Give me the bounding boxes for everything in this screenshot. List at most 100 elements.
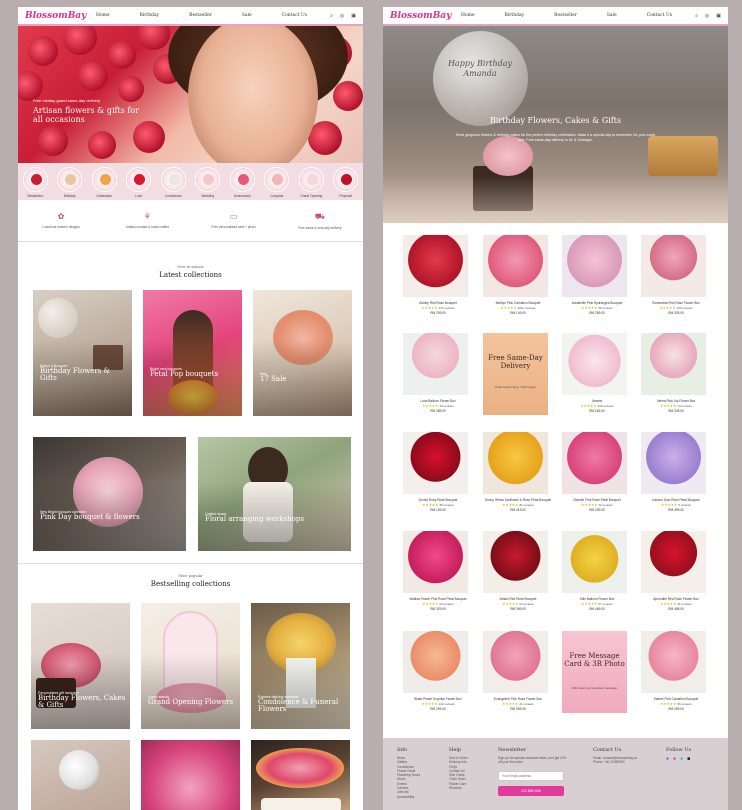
product-image[interactable]	[641, 432, 706, 494]
product-image[interactable]	[562, 235, 627, 297]
product-image[interactable]	[483, 432, 548, 494]
category-birthday[interactable]: Birthday	[53, 167, 86, 198]
brand-logo[interactable]: BlossomBay	[25, 11, 86, 21]
product-card[interactable]: Annabelle Pink Hydrangea Bouquet ★★★★★ 50…	[562, 235, 632, 315]
product-image[interactable]	[641, 531, 706, 593]
product-name[interactable]: Aphrodite Red Rose Flower Box	[641, 597, 711, 601]
product-card[interactable]: Blake Peach Surprise Flower Box ★★★★★ 122…	[403, 631, 473, 711]
product-card[interactable]: Matilda Flower Pink Rose Petal Bouquet ★★…	[403, 531, 473, 611]
product-card[interactable]: Ashley Red Rose Bouquet ★★★★★ 121 reviews…	[403, 235, 473, 315]
nav-bestseller[interactable]: Bestseller	[189, 13, 212, 18]
product-image[interactable]: Free Message Card & 3R Photo With every p…	[562, 631, 627, 713]
product-name[interactable]: Evangeline Pink Rose Flower Box	[483, 697, 553, 701]
product-image[interactable]	[483, 235, 548, 297]
product-image[interactable]	[562, 432, 627, 494]
nav-sale[interactable]: Sale	[607, 13, 617, 18]
latest-card-workshop[interactable]: Limited space Floral arranging workshops	[198, 437, 351, 551]
nav-contact[interactable]: Contact Us	[647, 13, 672, 18]
category-grand-opening[interactable]: Grand Opening	[295, 167, 328, 198]
bestselling-card-condolence[interactable]: Express delivery available Condolence & F…	[251, 603, 350, 729]
product-card[interactable]: Marilyn Pink Carnation Bouquet ★★★★★ 300+…	[483, 235, 553, 315]
product-image[interactable]	[483, 631, 548, 693]
product-name[interactable]: Jeanne	[562, 399, 632, 403]
twitter-icon[interactable]: ●	[680, 756, 683, 762]
latest-card-petal-pop[interactable]: Bright new bouquets Petal Pop bouquets	[143, 290, 242, 416]
category-wedding[interactable]: Wedding	[191, 167, 224, 198]
product-image[interactable]	[562, 333, 627, 395]
product-name[interactable]: Esmeralda Pink Rose Flower Box	[641, 301, 711, 305]
product-name[interactable]: Velma Pink Lily Flower Box	[641, 399, 711, 403]
nav-bestseller[interactable]: Bestseller	[554, 13, 577, 18]
product-name[interactable]: Sabine Pink Carnation Bouquet	[641, 697, 711, 701]
search-icon[interactable]: ⌕	[330, 13, 333, 19]
product-card[interactable]: Free Message Card & 3R Photo With every p…	[562, 631, 632, 713]
instagram-icon[interactable]: ●	[673, 756, 676, 762]
user-icon[interactable]: ◎	[705, 13, 709, 19]
product-name[interactable]: Matilda Flower Pink Rose Petal Bouquet	[403, 597, 473, 601]
product-card[interactable]: Jeanne ★★★★★ 200 reviews RM 269.00	[562, 333, 632, 413]
product-image[interactable]: Free Same-Day Delivery Order before 3pm. …	[483, 333, 548, 415]
nav-birthday[interactable]: Birthday	[504, 13, 524, 18]
bestselling-card-6[interactable]	[251, 740, 350, 810]
product-image[interactable]	[403, 333, 468, 395]
product-card[interactable]: Velma Pink Lily Flower Box ★★★★★ 74 revie…	[641, 333, 711, 413]
product-card[interactable]: Amani Red Rose Bouquet ★★★★★ 94 reviews RM…	[483, 531, 553, 611]
product-name[interactable]: Luna Balloon Flower Box	[403, 399, 473, 403]
product-name[interactable]: Blake Peach Surprise Flower Box	[403, 697, 473, 701]
product-name[interactable]: Ollie Balloon Flower Box	[562, 597, 632, 601]
product-card[interactable]: Orchid Ruby Rose Bouquet ★★★★★ 45 reviews…	[403, 432, 473, 512]
bestselling-card-birthday[interactable]: Personalised gift hampers Birthday Flower…	[31, 603, 130, 729]
bestselling-card-grand-opening[interactable]: Grand stands Grand Opening Flowers	[141, 603, 240, 729]
product-card[interactable]: Iverson Lilac Rose Petal Bouquet ★★★★★ 5 …	[641, 432, 711, 512]
product-card[interactable]: Sunny Yellow Sunflower & Rose Petal Bouq…	[483, 432, 553, 512]
category-love[interactable]: Love	[122, 167, 155, 198]
footer-link[interactable]: Accessibility	[397, 795, 420, 799]
product-card[interactable]: Ollie Balloon Flower Box ★★★★★ 57 reviews…	[562, 531, 632, 611]
footer-link[interactable]: Rewards	[449, 786, 468, 790]
bestselling-card-4[interactable]	[31, 740, 130, 810]
product-image[interactable]	[641, 631, 706, 693]
tiktok-icon[interactable]: ■	[687, 756, 690, 762]
product-card[interactable]: Aphrodite Red Rose Flower Box ★★★★★ 41 re…	[641, 531, 711, 611]
product-card[interactable]: Sabine Pink Carnation Bouquet ★★★★★ 56 re…	[641, 631, 711, 711]
nav-home[interactable]: Home	[96, 13, 110, 18]
product-name[interactable]: Dianthe Pink Rose Petal Bouquet	[562, 498, 632, 502]
latest-card-sale[interactable]: Sale 17 Sale	[253, 290, 352, 416]
latest-card-pink-day[interactable]: New Bright bouquet collection Pink Day bo…	[33, 437, 186, 551]
product-card[interactable]: Luna Balloon Flower Box ★★★★★ 33 reviews R…	[403, 333, 473, 413]
product-name[interactable]: Annabelle Pink Hydrangea Bouquet	[562, 301, 632, 305]
newsletter-email-input[interactable]	[498, 771, 564, 781]
category-condolence[interactable]: Condolence	[157, 167, 190, 198]
cart-icon[interactable]: ▣	[351, 13, 356, 19]
nav-birthday[interactable]: Birthday	[139, 13, 159, 18]
footer-link[interactable]: Delivery Info	[449, 760, 468, 764]
user-icon[interactable]: ◎	[340, 13, 344, 19]
contact-phone[interactable]: Phone: +60 12982963	[593, 760, 637, 764]
product-image[interactable]	[403, 235, 468, 297]
facebook-icon[interactable]: ●	[666, 756, 669, 762]
bestselling-card-5[interactable]	[141, 740, 240, 810]
product-image[interactable]	[403, 631, 468, 693]
product-image[interactable]	[403, 432, 468, 494]
latest-card-birthday[interactable]: Ballon & Bouquet Birthday Flowers & Gifts	[33, 290, 132, 416]
product-name[interactable]: Amani Red Rose Bouquet	[483, 597, 553, 601]
nav-sale[interactable]: Sale	[242, 13, 252, 18]
brand-logo[interactable]: BlossomBay	[390, 11, 451, 21]
category-proposal[interactable]: Proposal	[329, 167, 362, 198]
search-icon[interactable]: ⌕	[695, 13, 698, 19]
newsletter-submit-button[interactable]: GO $80,000	[498, 786, 564, 796]
cart-icon[interactable]: ▣	[716, 13, 721, 19]
product-card[interactable]: Evangeline Pink Rose Flower Box ★★★★★ 21 …	[483, 631, 553, 711]
category-bestsellers[interactable]: Bestsellers	[19, 167, 52, 198]
nav-contact[interactable]: Contact Us	[282, 13, 307, 18]
product-name[interactable]: Sunny Yellow Sunflower & Rose Petal Bouq…	[483, 498, 553, 502]
product-name[interactable]: Orchid Ruby Rose Bouquet	[403, 498, 473, 502]
product-image[interactable]	[562, 531, 627, 593]
product-image[interactable]	[641, 235, 706, 297]
product-name[interactable]: Iverson Lilac Rose Petal Bouquet	[641, 498, 711, 502]
product-name[interactable]: Marilyn Pink Carnation Bouquet	[483, 301, 553, 305]
product-card[interactable]: Esmeralda Pink Rose Flower Box ★★★★★ 106 …	[641, 235, 711, 315]
product-name[interactable]: Ashley Red Rose Bouquet	[403, 301, 473, 305]
product-card[interactable]: Free Same-Day Delivery Order before 3pm. …	[483, 333, 553, 415]
product-image[interactable]	[403, 531, 468, 593]
